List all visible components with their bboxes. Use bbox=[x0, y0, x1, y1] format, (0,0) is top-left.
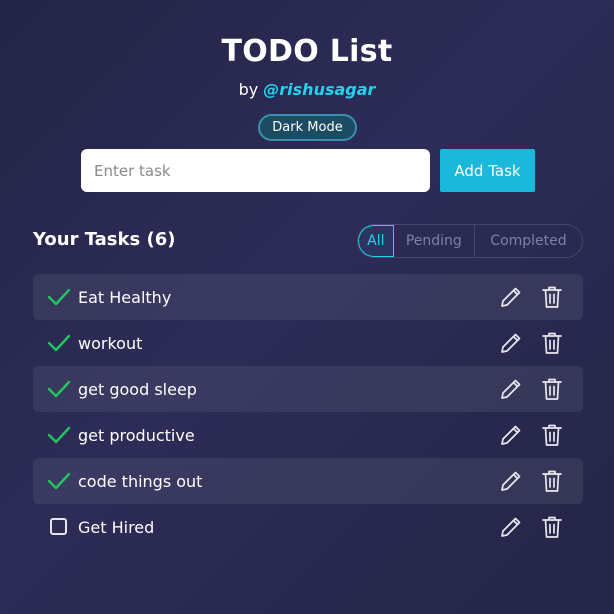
task-row: code things out bbox=[33, 458, 583, 504]
checkbox-icon[interactable] bbox=[50, 518, 67, 535]
pencil-icon[interactable] bbox=[499, 285, 523, 309]
check-icon[interactable] bbox=[47, 379, 71, 399]
task-row: get productive bbox=[33, 412, 583, 458]
pencil-icon[interactable] bbox=[499, 423, 523, 447]
filter-completed-button[interactable]: Completed bbox=[475, 225, 582, 257]
task-row: get good sleep bbox=[33, 366, 583, 412]
trash-icon[interactable] bbox=[541, 469, 563, 493]
pencil-icon[interactable] bbox=[499, 515, 523, 539]
add-task-button[interactable]: Add Task bbox=[440, 149, 535, 192]
task-text: Eat Healthy bbox=[78, 287, 172, 307]
pencil-icon[interactable] bbox=[499, 377, 523, 401]
task-text: Get Hired bbox=[78, 517, 155, 537]
task-list: Eat Healthy workout get good sleep get prod… bbox=[33, 274, 583, 550]
pencil-icon[interactable] bbox=[499, 469, 523, 493]
check-icon[interactable] bbox=[47, 333, 71, 353]
filter-pending-button[interactable]: Pending bbox=[394, 225, 475, 257]
filter-all-button[interactable]: All bbox=[358, 225, 394, 257]
pencil-icon[interactable] bbox=[499, 331, 523, 355]
author-handle-link[interactable]: @rishusagar bbox=[263, 80, 375, 99]
dark-mode-toggle[interactable]: Dark Mode bbox=[258, 114, 357, 141]
task-input[interactable] bbox=[81, 149, 430, 192]
check-icon[interactable] bbox=[47, 287, 71, 307]
task-row: workout bbox=[33, 320, 583, 366]
task-row: Eat Healthy bbox=[33, 274, 583, 320]
trash-icon[interactable] bbox=[541, 423, 563, 447]
trash-icon[interactable] bbox=[541, 331, 563, 355]
task-text: get good sleep bbox=[78, 379, 197, 399]
author-byline: by @rishusagar bbox=[0, 80, 614, 99]
trash-icon[interactable] bbox=[541, 377, 563, 401]
task-text: workout bbox=[78, 333, 143, 353]
task-row: Get Hired bbox=[33, 504, 583, 550]
tasks-heading: Your Tasks (6) bbox=[33, 229, 176, 250]
byline-prefix: by bbox=[238, 80, 259, 99]
trash-icon[interactable] bbox=[541, 515, 563, 539]
check-icon[interactable] bbox=[47, 471, 71, 491]
filter-group: All Pending Completed bbox=[357, 224, 583, 258]
page-title: TODO List bbox=[221, 34, 393, 69]
trash-icon[interactable] bbox=[541, 285, 563, 309]
check-icon[interactable] bbox=[47, 425, 71, 445]
task-text: code things out bbox=[78, 471, 203, 491]
task-text: get productive bbox=[78, 425, 195, 445]
